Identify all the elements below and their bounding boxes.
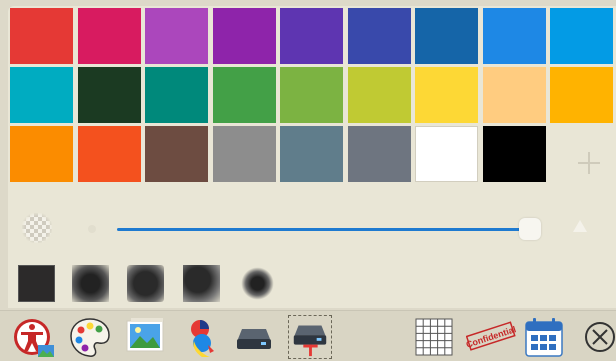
bottom-toolbar: Confidential [0,310,616,361]
transparency-icon [22,213,52,243]
scanner-icon [237,329,271,349]
color-swatch[interactable] [145,67,208,123]
color-swatch[interactable] [145,8,208,64]
close-button[interactable] [576,315,616,359]
brush-soft-round[interactable] [239,265,276,302]
accessibility-button[interactable] [12,315,56,359]
color-swatch[interactable] [78,67,141,123]
large-triangle-icon [573,220,587,232]
brush-size-slider-thumb[interactable] [519,218,541,240]
color-swatch[interactable] [145,126,208,182]
color-swatch[interactable] [280,126,343,182]
add-color-button[interactable] [578,152,600,174]
grid-icon [415,318,453,356]
color-swatch[interactable] [348,126,411,182]
color-swatch[interactable] [550,67,613,123]
brush-soft-square[interactable] [127,265,164,302]
color-swatch[interactable] [78,8,141,64]
calendar-button[interactable] [522,315,566,359]
color-swatch[interactable] [348,8,411,64]
stamp-icon [293,325,327,357]
color-swatch[interactable] [10,67,73,123]
brush-size-slider-track[interactable] [117,228,541,231]
color-swatch[interactable] [550,8,613,64]
color-mixer-button[interactable] [180,315,224,359]
picture-button[interactable] [124,315,168,359]
color-swatch[interactable] [483,67,546,123]
brush-soft-left[interactable] [72,265,109,302]
color-swatch[interactable] [348,67,411,123]
stamp-button[interactable] [288,315,332,359]
color-swatch[interactable] [415,67,478,123]
color-swatch[interactable] [483,126,546,182]
color-swatch[interactable] [280,67,343,123]
brush-hard-square[interactable] [18,265,55,302]
small-dot-icon [88,225,96,233]
color-swatch[interactable] [213,126,276,182]
scanner-button[interactable] [232,315,276,359]
picture-icon [126,318,164,352]
brush-soft-corner[interactable] [183,265,220,302]
color-swatch[interactable] [280,8,343,64]
color-swatch[interactable] [78,126,141,182]
confidential-stamp-icon: Confidential [466,321,516,351]
confidential-stamp-button[interactable]: Confidential [466,315,516,359]
palette-icon [70,318,110,357]
palette-button[interactable] [68,315,112,359]
accessibility-icon [14,319,54,357]
grid-button[interactable] [412,315,456,359]
color-swatch[interactable] [415,8,478,64]
close-icon [585,322,615,352]
color-swatch[interactable] [213,67,276,123]
color-swatch[interactable] [483,8,546,64]
color-swatch[interactable] [10,8,73,64]
color-swatch[interactable] [415,126,478,182]
calendar-icon [525,318,563,357]
color-swatch[interactable] [10,126,73,182]
color-mixer-icon [191,320,214,357]
color-swatch[interactable] [213,8,276,64]
